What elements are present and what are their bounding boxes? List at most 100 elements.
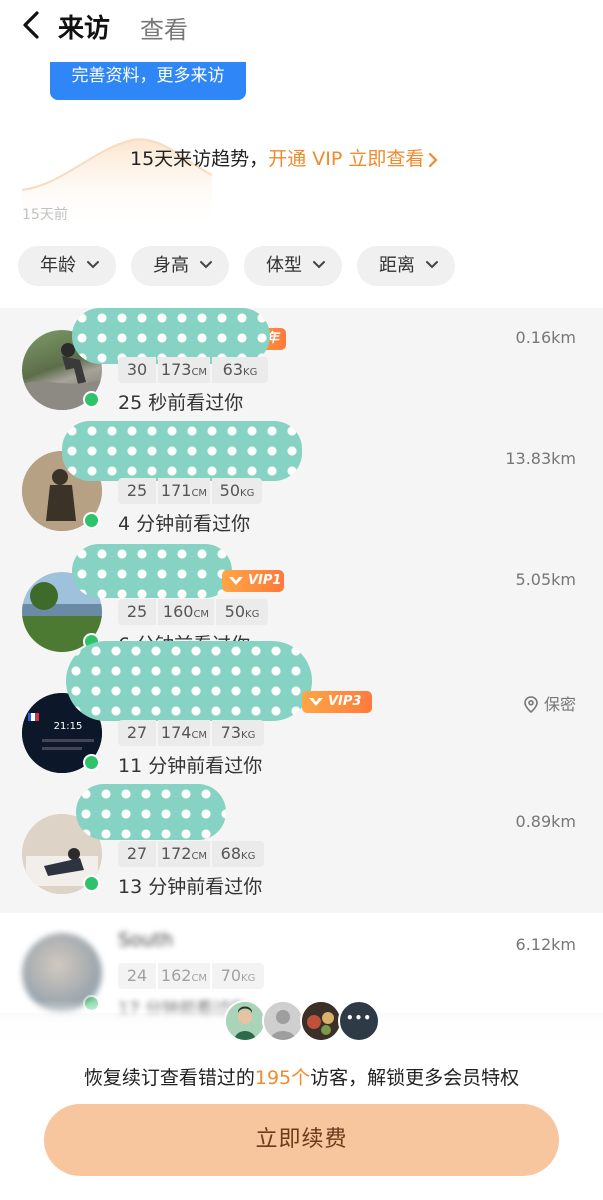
filter-label: 年龄 bbox=[40, 255, 76, 276]
height-stat: 160CM bbox=[158, 599, 214, 625]
more-dots-text: ••• bbox=[345, 1011, 372, 1025]
tab-viewed[interactable]: 查看 bbox=[140, 10, 188, 45]
filter-label: 体型 bbox=[266, 255, 302, 276]
back-arrow-icon[interactable] bbox=[18, 10, 48, 40]
filter-label: 身高 bbox=[153, 255, 189, 276]
default-user-icon bbox=[264, 1002, 302, 1040]
height-stat: 171CM bbox=[158, 478, 210, 504]
age-stat: 30 bbox=[118, 357, 156, 383]
renew-prompt: 恢复续订查看错过的195个访客，解锁更多会员特权 bbox=[0, 1063, 603, 1090]
locked-visitor-row[interactable]: South 24 162CM 70KG 17 分钟前看过你 6.12km bbox=[0, 913, 603, 1020]
filter-height[interactable]: 身高 bbox=[131, 246, 229, 286]
height-stat: 162CM bbox=[158, 963, 210, 989]
age-stat: 24 bbox=[118, 963, 156, 989]
distance: 保密 bbox=[543, 695, 576, 714]
height-stat: 172CM bbox=[158, 841, 210, 867]
weight-value: 63 bbox=[222, 360, 244, 379]
tab-visitors[interactable]: 来访 bbox=[58, 8, 110, 45]
weight-stat: 70KG bbox=[212, 963, 264, 989]
visitor-row[interactable]: RK 25 171CM 50KG 4 分钟前看过你 13.83km bbox=[0, 421, 603, 550]
open-vip-link[interactable]: 开通 VIP 立即查看 bbox=[268, 148, 424, 170]
height-value: 172 bbox=[160, 844, 192, 863]
height-value: 171 bbox=[160, 481, 192, 500]
height-unit: CM bbox=[191, 973, 208, 984]
blurred-name: South bbox=[118, 929, 174, 951]
height-unit: CM bbox=[191, 730, 208, 741]
weight-stat: 50KG bbox=[216, 599, 268, 625]
complete-profile-button[interactable]: 完善资料，更多来访 bbox=[50, 62, 246, 100]
missed-visitor-count: 195个 bbox=[254, 1067, 311, 1089]
weight-value: 50 bbox=[224, 602, 246, 621]
weight-unit: KG bbox=[240, 488, 255, 499]
food-photo bbox=[302, 1002, 340, 1040]
height-unit: CM bbox=[191, 367, 208, 378]
renew-button[interactable]: 立即续费 bbox=[44, 1104, 559, 1176]
vip-badge: VIP1 bbox=[222, 570, 284, 592]
mini-avatar bbox=[224, 1000, 266, 1042]
visitor-row[interactable]: 27 172CM 68KG 13 分钟前看过你 0.89km bbox=[0, 784, 603, 913]
weight-stat: 63KG bbox=[212, 357, 268, 383]
online-indicator bbox=[83, 754, 100, 771]
visit-time: 11 分钟前看过你 bbox=[118, 755, 263, 777]
top-bar: 来访 查看 bbox=[0, 0, 603, 62]
visitor-row[interactable]: 21:15 VIP3 27 174CM 73KG 11 分钟前看过你 保密 bbox=[0, 641, 603, 792]
crown-icon bbox=[309, 698, 323, 706]
weight-stat: 68KG bbox=[212, 841, 264, 867]
height-value: 173 bbox=[160, 360, 192, 379]
trend-text: 15天来访趋势， bbox=[130, 148, 269, 170]
renew-upsell-panel: ••• 恢复续订查看错过的195个访客，解锁更多会员特权 立即续费 bbox=[0, 1000, 603, 1200]
weight-value: 50 bbox=[219, 481, 241, 500]
height-value: 160 bbox=[162, 602, 194, 621]
age-stat: 25 bbox=[118, 478, 156, 504]
filter-body-type[interactable]: 体型 bbox=[244, 246, 342, 286]
chevron-down-icon bbox=[426, 261, 438, 269]
chevron-right-icon bbox=[429, 152, 438, 167]
name-redaction bbox=[62, 421, 302, 481]
distance-hidden: 保密 bbox=[524, 691, 576, 715]
visit-time: 4 分钟前看过你 bbox=[118, 513, 251, 535]
avatar-time: 21:15 bbox=[54, 721, 83, 732]
weight-unit: KG bbox=[243, 367, 258, 378]
more-visitors-avatar: ••• bbox=[338, 1000, 380, 1042]
crown-icon bbox=[229, 577, 243, 585]
badge-text: VIP1 bbox=[248, 573, 282, 588]
height-stat: 173CM bbox=[158, 357, 210, 383]
distance: 13.83km bbox=[505, 449, 576, 468]
visitor-row[interactable]: 年 30 173CM 63KG 25 秒前看过你 0.16km bbox=[0, 308, 603, 429]
weight-unit: KG bbox=[245, 609, 260, 620]
height-unit: CM bbox=[193, 609, 210, 620]
visit-time: 13 分钟前看过你 bbox=[118, 876, 263, 898]
filter-age[interactable]: 年龄 bbox=[18, 246, 116, 286]
age-stat: 25 bbox=[118, 599, 156, 625]
filter-distance[interactable]: 距离 bbox=[357, 246, 455, 286]
age-stat: 27 bbox=[118, 841, 156, 867]
distance: 0.89km bbox=[515, 812, 576, 831]
trend-prompt[interactable]: 15天来访趋势，开通 VIP 立即查看 bbox=[130, 144, 438, 171]
name-redaction bbox=[72, 544, 232, 598]
height-unit: CM bbox=[191, 488, 208, 499]
chevron-down-icon bbox=[87, 261, 99, 269]
weight-value: 68 bbox=[220, 844, 242, 863]
height-value: 174 bbox=[160, 723, 192, 742]
trend-start-label: 15天前 bbox=[22, 207, 68, 223]
chevron-down-icon bbox=[313, 261, 325, 269]
weight-stat: 50KG bbox=[212, 478, 262, 504]
mini-avatar bbox=[262, 1000, 304, 1042]
weight-unit: KG bbox=[241, 730, 256, 741]
location-pin-icon bbox=[524, 696, 538, 713]
vip-badge: VIP3 bbox=[302, 691, 372, 713]
badge-text: VIP3 bbox=[328, 694, 362, 709]
weight-stat: 73KG bbox=[212, 720, 264, 746]
visitor-summary: 完善资料，更多来访 15天来访趋势，开通 VIP 立即查看 15天前 年龄 身高… bbox=[0, 62, 603, 308]
age-stat: 27 bbox=[118, 720, 156, 746]
weight-value: 70 bbox=[220, 966, 242, 985]
chevron-down-icon bbox=[200, 261, 212, 269]
name-redaction bbox=[76, 784, 226, 840]
weight-unit: KG bbox=[241, 973, 256, 984]
distance: 0.16km bbox=[515, 328, 576, 347]
online-indicator bbox=[83, 512, 100, 529]
name-redaction bbox=[66, 641, 312, 721]
height-stat: 174CM bbox=[158, 720, 210, 746]
weight-value: 73 bbox=[220, 723, 242, 742]
visit-time: 25 秒前看过你 bbox=[118, 392, 244, 414]
